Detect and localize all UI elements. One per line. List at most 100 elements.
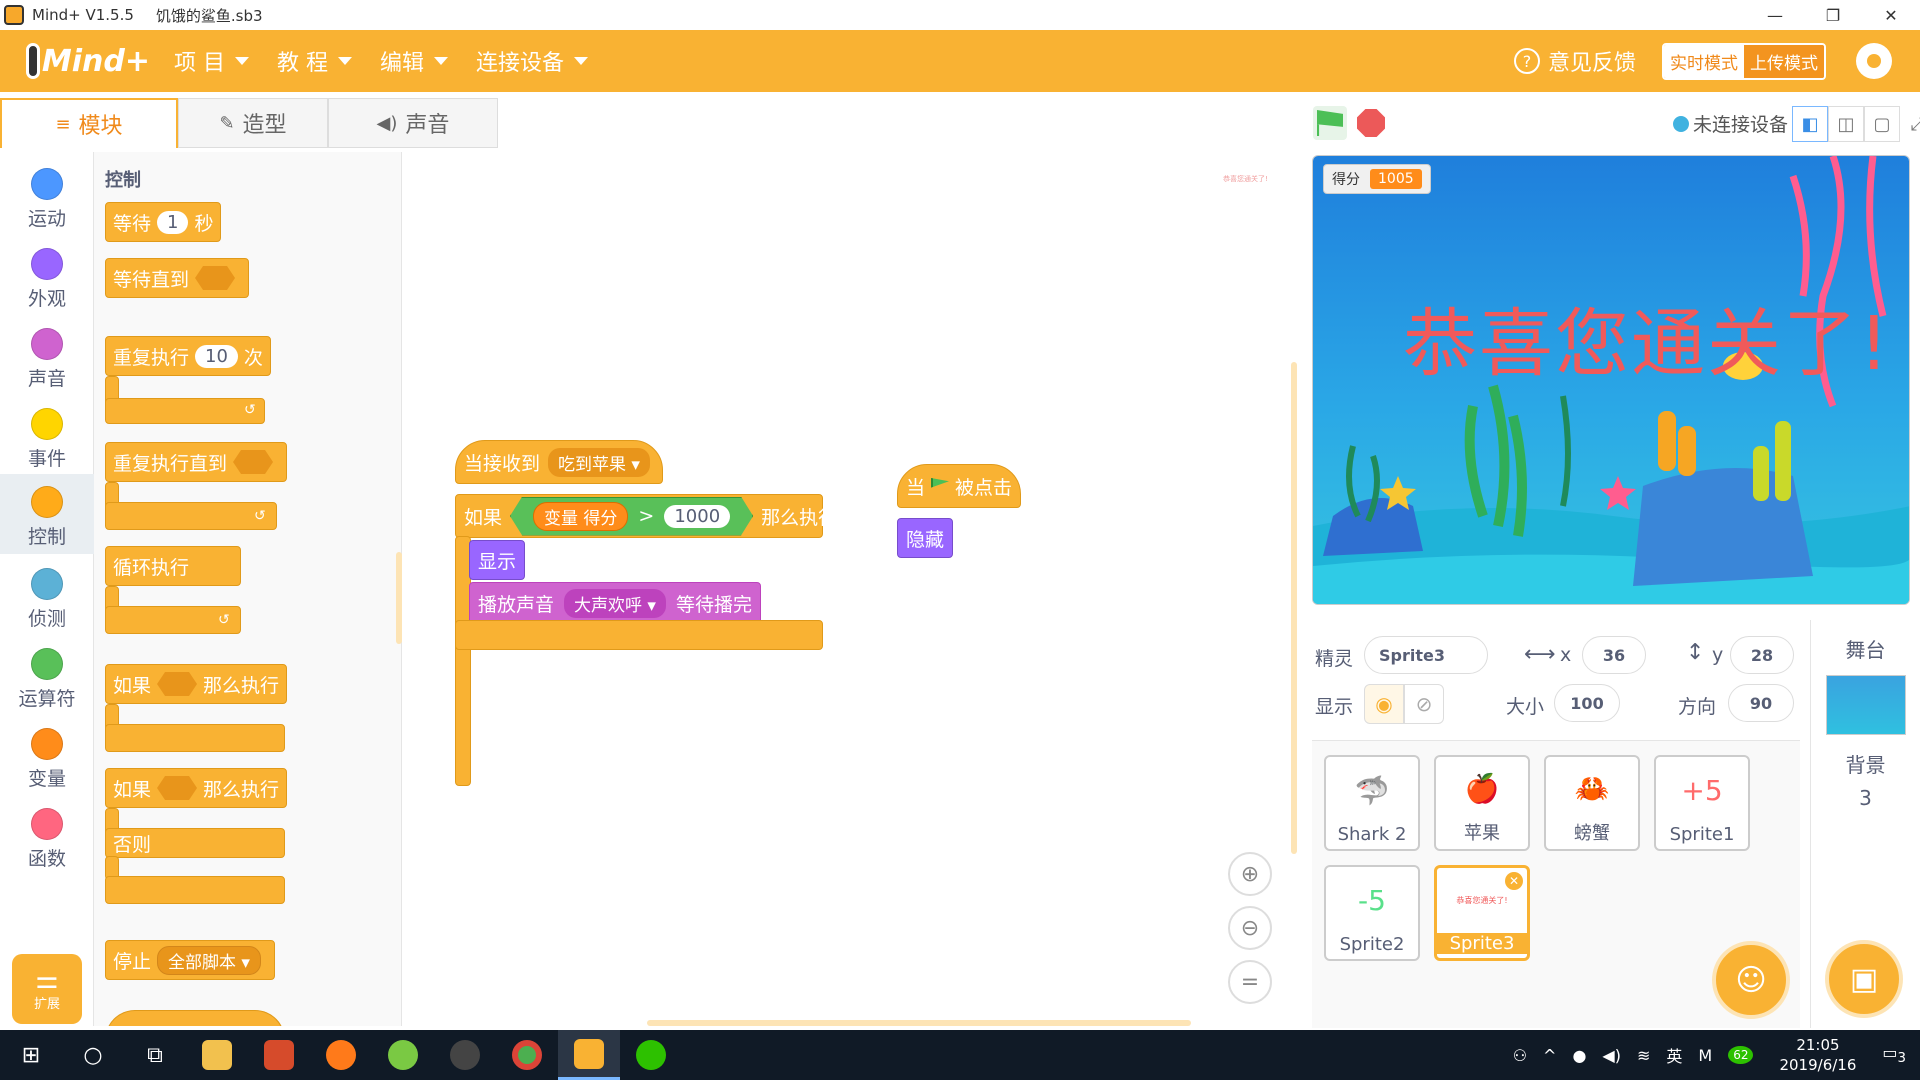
hide-sprite-button[interactable]: ⊘ bbox=[1404, 684, 1444, 724]
zoom-out-button[interactable]: ⊖ bbox=[1228, 906, 1272, 950]
sprite-tile[interactable]: 🍎 苹果 bbox=[1434, 755, 1530, 851]
badge-icon[interactable]: 62 bbox=[1728, 1046, 1754, 1064]
chrome-icon[interactable] bbox=[496, 1030, 558, 1080]
wait-seconds-input[interactable]: 1 bbox=[157, 210, 189, 234]
block-forever[interactable]: 循环执行 bbox=[105, 546, 241, 586]
hide-block[interactable]: 隐藏 bbox=[897, 518, 954, 558]
fullscreen-button[interactable]: ⤢ bbox=[1900, 106, 1920, 142]
category-functions[interactable]: 函数 bbox=[0, 796, 94, 874]
menu-edit[interactable]: 编辑 bbox=[380, 45, 449, 77]
when-flag-clicked-hat-block[interactable]: 当 被点击 bbox=[897, 464, 1021, 508]
minimize-button[interactable]: — bbox=[1746, 0, 1804, 30]
category-operators[interactable]: 运算符 bbox=[0, 636, 94, 714]
zoom-reset-button[interactable]: = bbox=[1228, 960, 1272, 1004]
show-sprite-button[interactable]: ◉ bbox=[1364, 684, 1404, 724]
palette-scrollbar[interactable] bbox=[396, 552, 402, 644]
realtime-mode-button[interactable]: 实时模式 bbox=[1664, 44, 1744, 78]
restore-button[interactable]: ❐ bbox=[1804, 0, 1862, 30]
block-wait-until[interactable]: 等待直到 bbox=[105, 258, 250, 298]
close-icon[interactable]: ✕ bbox=[1505, 872, 1523, 890]
firefox-icon[interactable] bbox=[310, 1030, 372, 1080]
category-looks[interactable]: 外观 bbox=[0, 236, 94, 314]
tab-blocks[interactable]: ≡ 模块 bbox=[0, 98, 178, 148]
block-wait[interactable]: 等待 1 秒 bbox=[105, 202, 222, 242]
normal-stage-button[interactable]: ◫ bbox=[1828, 106, 1864, 142]
m-icon[interactable]: M bbox=[1698, 1046, 1712, 1065]
large-stage-button[interactable]: ▢ bbox=[1864, 106, 1900, 142]
device-status[interactable]: 未连接设备 bbox=[1672, 110, 1788, 137]
menu-connect-device[interactable]: 连接设备 bbox=[476, 45, 589, 77]
condition-slot[interactable] bbox=[233, 450, 274, 474]
workspace-horizontal-scrollbar[interactable] bbox=[647, 1020, 1191, 1026]
close-button[interactable]: ✕ bbox=[1862, 0, 1920, 30]
block-stop[interactable]: 停止 全部脚本 ▾ bbox=[105, 940, 275, 980]
wechat-icon[interactable] bbox=[620, 1030, 682, 1080]
sprite-tile[interactable]: -5 Sprite2 bbox=[1324, 865, 1420, 961]
direction-input[interactable]: 90 bbox=[1728, 684, 1794, 722]
category-variables[interactable]: 变量 bbox=[0, 716, 94, 794]
menu-tutorial[interactable]: 教 程 bbox=[277, 45, 352, 77]
category-events[interactable]: 事件 bbox=[0, 396, 94, 474]
repeat-count-input[interactable]: 10 bbox=[195, 344, 238, 368]
category-sound[interactable]: 声音 bbox=[0, 316, 94, 394]
when-receive-hat-block[interactable]: 当接收到 吃到苹果 ▾ bbox=[455, 440, 663, 484]
condition-slot[interactable] bbox=[157, 672, 198, 696]
gear-icon[interactable] bbox=[1856, 43, 1892, 79]
hbuilder-icon[interactable] bbox=[248, 1030, 310, 1080]
mindplus-taskbar-icon[interactable] bbox=[558, 1030, 620, 1080]
number-input[interactable]: 1000 bbox=[664, 504, 731, 528]
small-stage-button[interactable]: ◧ bbox=[1792, 106, 1828, 142]
zoom-in-button[interactable]: ⊕ bbox=[1228, 852, 1272, 896]
green-app-icon[interactable] bbox=[372, 1030, 434, 1080]
score-monitor[interactable]: 得分 1005 bbox=[1323, 164, 1431, 194]
file-explorer-icon[interactable] bbox=[186, 1030, 248, 1080]
sprite-tile[interactable]: 🦈 Shark 2 bbox=[1324, 755, 1420, 851]
x-input[interactable]: 36 bbox=[1582, 636, 1646, 674]
greater-than-condition[interactable]: 变量 得分 > 1000 bbox=[510, 496, 754, 536]
settings-app-icon[interactable] bbox=[434, 1030, 496, 1080]
script-workspace[interactable]: 恭喜您通关了! 当接收到 吃到苹果 ▾ 如果 变量 得分 > 1000 那么执行… bbox=[403, 152, 1298, 1026]
condition-slot[interactable] bbox=[157, 776, 198, 800]
block-if-else[interactable]: 如果 那么执行 bbox=[105, 768, 288, 808]
y-input[interactable]: 28 bbox=[1730, 636, 1794, 674]
workspace-vertical-scrollbar[interactable] bbox=[1291, 362, 1297, 854]
wifi-icon[interactable]: ≋ bbox=[1637, 1046, 1650, 1065]
clock[interactable]: 21:05 2019/6/16 bbox=[1779, 1035, 1856, 1075]
tab-sounds[interactable]: ◀) 声音 bbox=[328, 98, 498, 148]
task-view-icon[interactable]: ⧉ bbox=[124, 1030, 186, 1080]
condition-slot[interactable] bbox=[195, 266, 236, 290]
windows-start-icon[interactable]: ⊞ bbox=[0, 1030, 62, 1080]
category-motion[interactable]: 运动 bbox=[0, 156, 94, 234]
feedback-button[interactable]: ? 意见反馈 bbox=[1513, 45, 1636, 77]
menu-project[interactable]: 项 目 bbox=[174, 45, 249, 77]
play-sound-until-done-block[interactable]: 播放声音 大声欢呼 ▾ 等待播完 bbox=[469, 582, 761, 624]
sprite-tile-selected[interactable]: ✕ 恭喜您通关了! Sprite3 bbox=[1434, 865, 1530, 961]
sound-dropdown[interactable]: 大声欢呼 ▾ bbox=[564, 588, 666, 618]
chevron-up-icon[interactable]: ^ bbox=[1543, 1046, 1556, 1065]
mindplus-logo[interactable]: Mind+ bbox=[26, 39, 150, 83]
if-then-block[interactable]: 如果 变量 得分 > 1000 那么执行 bbox=[455, 494, 837, 538]
sprite-name-input[interactable]: Sprite3 bbox=[1364, 636, 1488, 674]
stage-selector[interactable]: 舞台 背景 3 ▣ bbox=[1810, 620, 1920, 1028]
variable-reporter[interactable]: 变量 得分 bbox=[533, 501, 629, 531]
block-repeat[interactable]: 重复执行 10 次 bbox=[105, 336, 271, 376]
sprite-tile[interactable]: +5 Sprite1 bbox=[1654, 755, 1750, 851]
category-control[interactable]: 控制 bbox=[0, 474, 94, 554]
add-sprite-button[interactable]: ☺ bbox=[1712, 941, 1790, 1019]
stage-canvas[interactable]: 恭喜您通关了! 得分 1005 bbox=[1312, 155, 1910, 605]
extension-button[interactable]: ⚌ 扩展 bbox=[12, 954, 82, 1024]
volume-icon[interactable]: ◀) bbox=[1602, 1046, 1621, 1065]
message-dropdown[interactable]: 吃到苹果 ▾ bbox=[548, 447, 650, 477]
ime-indicator[interactable]: 英 bbox=[1666, 1043, 1682, 1067]
show-block[interactable]: 显示 bbox=[469, 540, 526, 580]
category-sensing[interactable]: 侦测 bbox=[0, 556, 94, 634]
size-input[interactable]: 100 bbox=[1554, 684, 1620, 722]
stop-option-dropdown[interactable]: 全部脚本 ▾ bbox=[157, 945, 261, 975]
upload-mode-button[interactable]: 上传模式 bbox=[1744, 44, 1824, 78]
block-if-then[interactable]: 如果 那么执行 bbox=[105, 664, 288, 704]
stop-button[interactable] bbox=[1357, 109, 1385, 137]
add-backdrop-button[interactable]: ▣ bbox=[1825, 940, 1903, 1018]
tab-costumes[interactable]: ✎ 造型 bbox=[178, 98, 328, 148]
people-icon[interactable]: ⚇ bbox=[1513, 1046, 1527, 1065]
block-repeat-until[interactable]: 重复执行直到 bbox=[105, 442, 288, 482]
